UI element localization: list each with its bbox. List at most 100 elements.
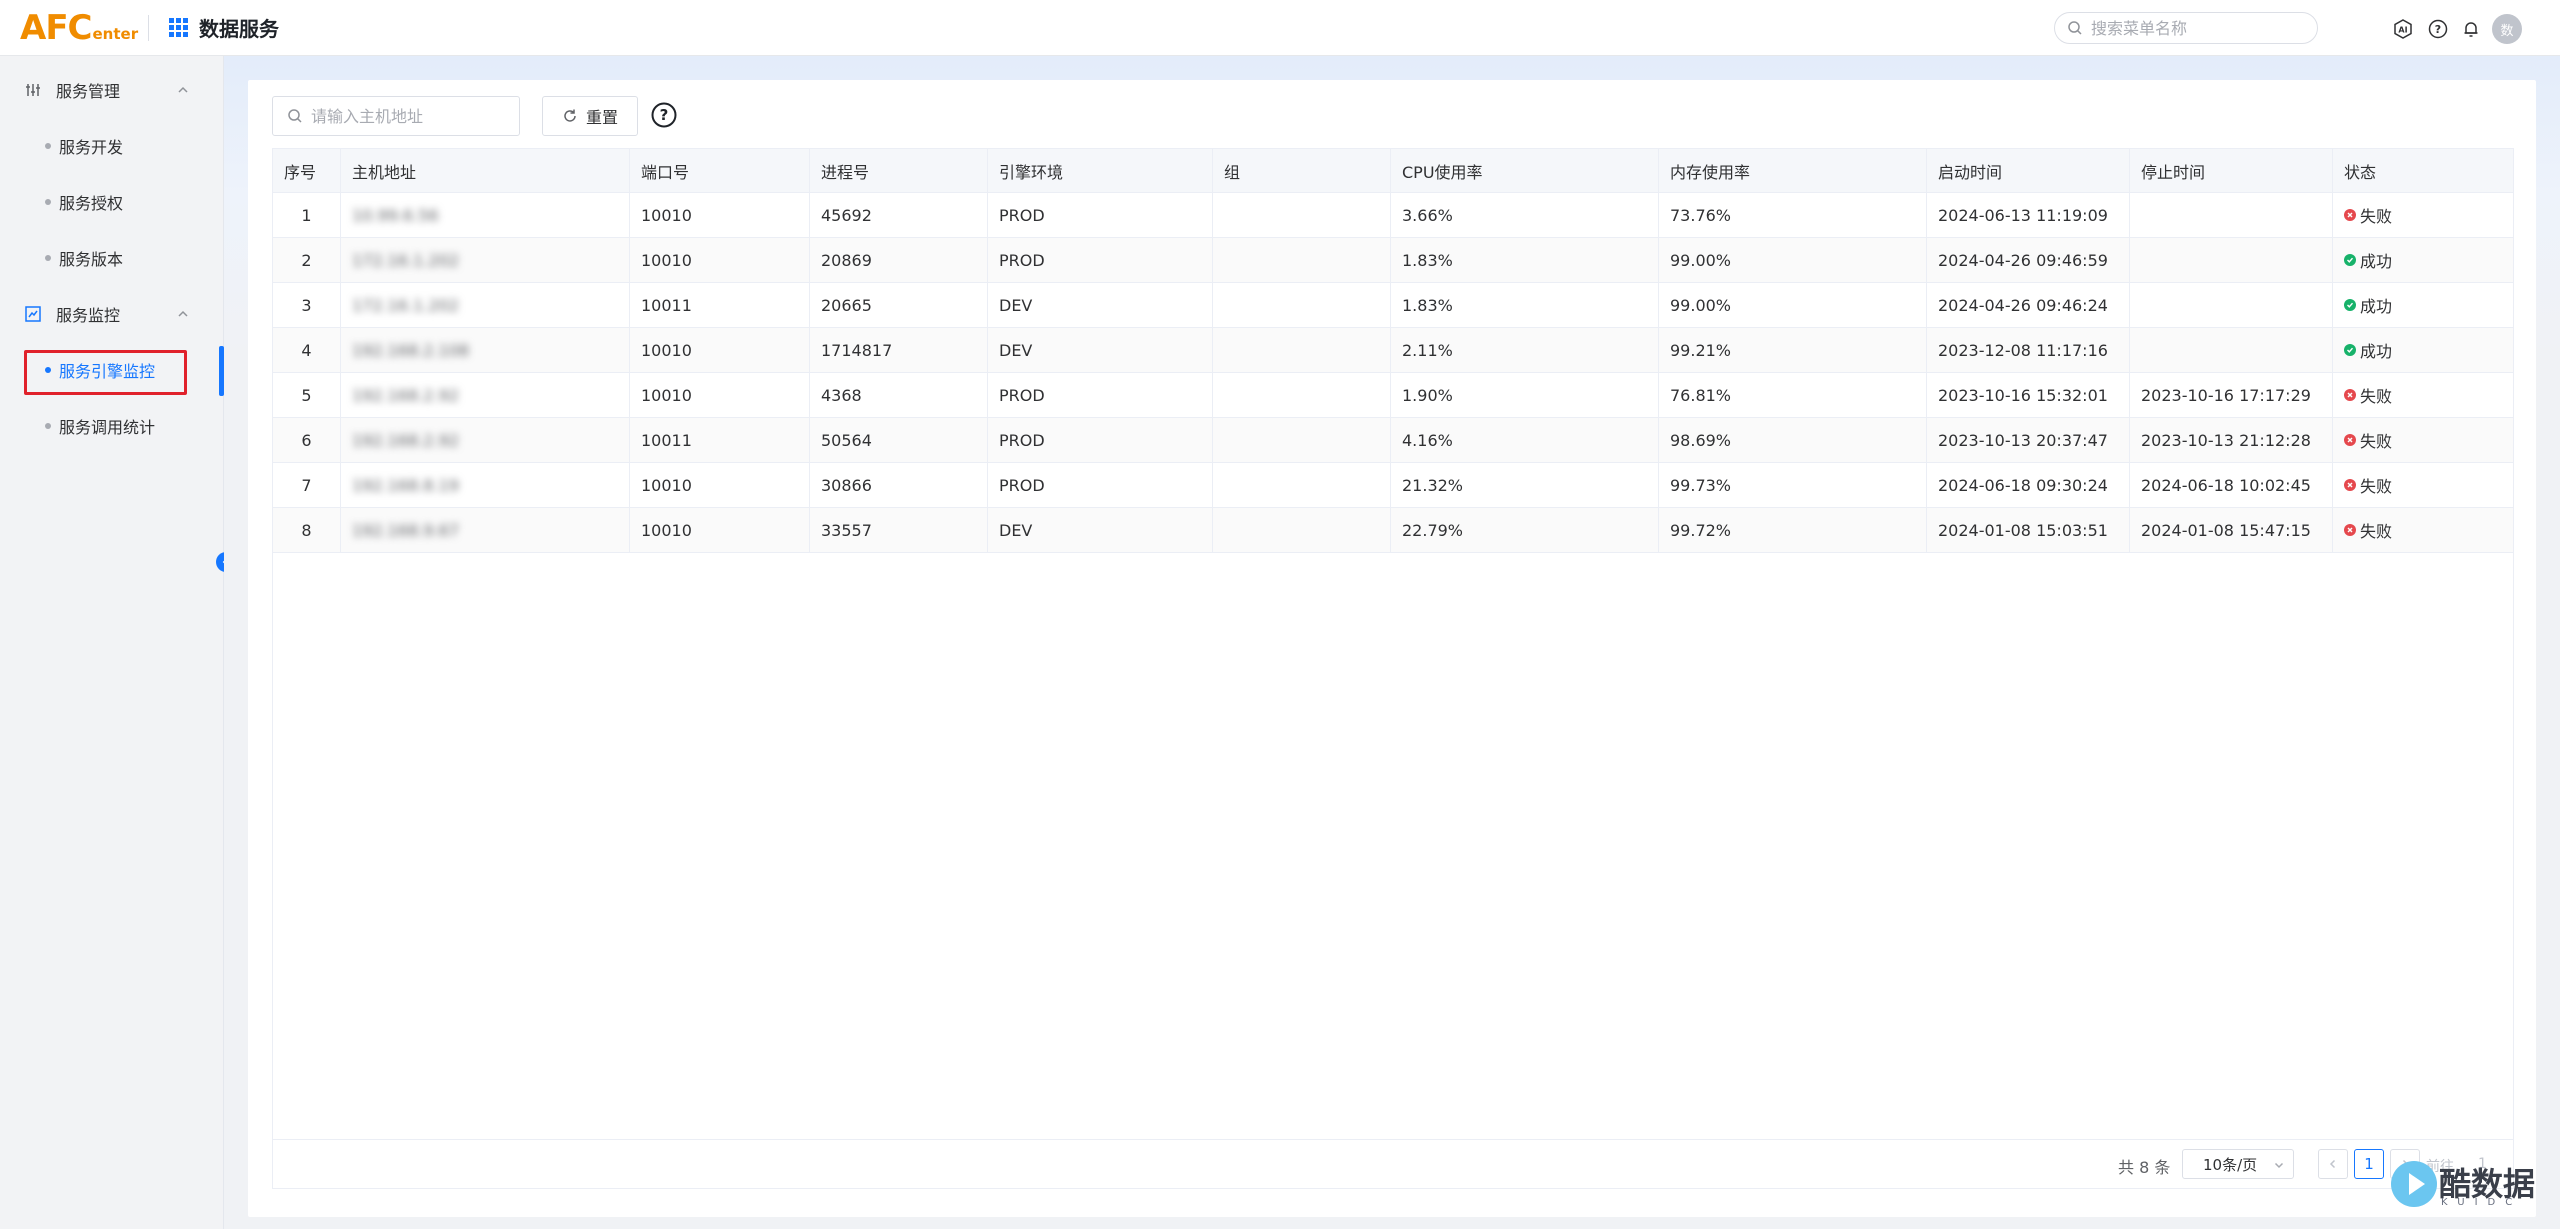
sidebar-item-label: 服务调用统计: [59, 418, 156, 437]
cell-mem: 98.69%: [1659, 418, 1927, 462]
cell-mem: 99.00%: [1659, 238, 1927, 282]
cell-env-text: PROD: [999, 205, 1045, 225]
col-header: 状态: [2344, 163, 2377, 182]
cell-mem: 76.81%: [1659, 373, 1927, 417]
cell-pid-text: 33557: [821, 520, 872, 540]
cell-index: 6: [273, 418, 341, 462]
cell-pid: 20665: [810, 283, 988, 327]
host-filter-input[interactable]: [311, 106, 511, 126]
cell-pid-text: 50564: [821, 430, 872, 450]
cell-mem-text: 98.69%: [1670, 430, 1732, 450]
cell-cpu: 21.32%: [1391, 463, 1659, 507]
help-icon[interactable]: ?: [2428, 19, 2448, 39]
reset-button[interactable]: 重置: [542, 96, 638, 136]
table-row: 2 172.16.1.202 10010 20869 PROD 1.83% 99.00% 20…: [273, 238, 2513, 283]
sidebar-item-engine-monitor[interactable]: 服务引擎监控: [0, 342, 224, 398]
cell-status: 成功: [2333, 238, 2513, 282]
col-header: 停止时间: [2130, 149, 2333, 193]
cell-group: [1213, 463, 1391, 507]
menu-group-label: 服务监控: [56, 306, 121, 325]
cell-group: [1213, 193, 1391, 237]
chevron-left-icon: [2329, 1159, 2336, 1169]
sidebar-item-call-stats[interactable]: 服务调用统计: [0, 398, 224, 454]
status-text: 成功: [2360, 252, 2393, 271]
col-header: 主机地址: [341, 149, 630, 193]
logo-small-text: enter: [92, 24, 139, 43]
col-header: 启动时间: [1927, 149, 2130, 193]
cell-mem-text: 99.00%: [1670, 250, 1732, 270]
cell-cpu: 3.66%: [1391, 193, 1659, 237]
cell-mem: 99.21%: [1659, 328, 1927, 372]
cell-port-text: 10010: [641, 475, 692, 495]
bullet-icon: [45, 255, 51, 261]
x-circle-icon: [2344, 524, 2356, 536]
bell-icon[interactable]: [2461, 19, 2481, 39]
cell-pid: 33557: [810, 508, 988, 552]
cell-stop-time: [2130, 193, 2333, 237]
cell-port-text: 10010: [641, 250, 692, 270]
refresh-icon: [564, 109, 576, 122]
cell-mem: 73.76%: [1659, 193, 1927, 237]
col-header: 组: [1213, 149, 1391, 193]
cell-host: 192.168.2.92: [341, 418, 630, 462]
page-jump-input[interactable]: 1: [2478, 1156, 2487, 1172]
cell-status: 失败: [2333, 373, 2513, 417]
cell-mem-text: 99.00%: [1670, 295, 1732, 315]
menu-search-input[interactable]: [2091, 18, 2301, 38]
prev-page-button[interactable]: [2318, 1149, 2348, 1179]
x-circle-icon: [2344, 479, 2356, 491]
header-divider: [148, 14, 149, 41]
sidebar-item-service-dev[interactable]: 服务开发: [0, 118, 224, 174]
cell-stop-time: 2023-10-16 17:17:29: [2130, 373, 2333, 417]
app-logo[interactable]: AFC enter: [20, 8, 138, 48]
cell-stop-time: 2024-06-18 10:02:45: [2130, 463, 2333, 507]
apps-grid-icon[interactable]: [169, 17, 189, 38]
bullet-icon: [45, 143, 51, 149]
sidebar-item-label: 服务引擎监控: [59, 362, 156, 381]
cell-start-time-text: 2024-06-18 09:30:24: [1938, 475, 2108, 495]
cell-env: DEV: [988, 328, 1213, 372]
status-text: 失败: [2360, 432, 2393, 451]
cell-pid: 4368: [810, 373, 988, 417]
cell-env-text: PROD: [999, 250, 1045, 270]
menu-search-box[interactable]: [2054, 12, 2318, 44]
check-circle-icon: [2344, 344, 2356, 356]
cell-start-time: 2024-06-13 11:19:09: [1927, 193, 2130, 237]
cell-port: 10010: [630, 508, 810, 552]
x-circle-icon: [2344, 434, 2356, 446]
cell-start-time-text: 2024-04-26 09:46:24: [1938, 295, 2108, 315]
cell-host-text: 192.168.2.108: [352, 340, 470, 360]
cell-index-text: 3: [301, 295, 312, 315]
search-icon: [288, 109, 302, 123]
user-avatar[interactable]: 数: [2492, 14, 2522, 44]
cell-mem: 99.00%: [1659, 283, 1927, 327]
cell-cpu: 1.90%: [1391, 373, 1659, 417]
page-size-select[interactable]: 10条/页: [2182, 1149, 2294, 1179]
cell-pid-text: 1714817: [821, 340, 893, 360]
cell-env-text: PROD: [999, 430, 1045, 450]
sidebar-item-service-version[interactable]: 服务版本: [0, 230, 224, 286]
cell-cpu-text: 4.16%: [1402, 430, 1453, 450]
question-circle-icon[interactable]: ?: [651, 102, 677, 128]
sidebar-item-service-auth[interactable]: 服务授权: [0, 174, 224, 230]
next-page-button[interactable]: [2390, 1149, 2420, 1179]
table-row: 8 192.168.9.67 10010 33557 DEV 22.79% 99.72% 20…: [273, 508, 2513, 553]
cell-stop-time-text: 2024-06-18 10:02:45: [2141, 475, 2311, 495]
cell-index-text: 5: [301, 385, 312, 405]
ai-icon[interactable]: AI: [2393, 19, 2413, 39]
cell-env-text: DEV: [999, 520, 1033, 540]
page-size-value: 10条/页: [2203, 1155, 2258, 1174]
table-row: 3 172.16.1.202 10011 20665 DEV 1.83% 99.00% 202…: [273, 283, 2513, 328]
col-header: 进程号: [810, 149, 988, 193]
search-icon: [2068, 21, 2082, 35]
cell-start-time-text: 2024-01-08 15:03:51: [1938, 520, 2108, 540]
cell-host: 192.168.9.67: [341, 508, 630, 552]
cell-group: [1213, 238, 1391, 282]
table-row: 7 192.168.8.19 10010 30866 PROD 21.32% 99.73% 2…: [273, 463, 2513, 508]
cell-host-text: 172.16.1.202: [352, 250, 459, 270]
page-number-button[interactable]: 1: [2354, 1149, 2384, 1179]
menu-group-service-monitoring[interactable]: 服务监控: [0, 286, 224, 342]
menu-group-service-management[interactable]: 服务管理: [0, 62, 224, 118]
cell-env-text: PROD: [999, 385, 1045, 405]
host-filter[interactable]: [272, 96, 520, 136]
